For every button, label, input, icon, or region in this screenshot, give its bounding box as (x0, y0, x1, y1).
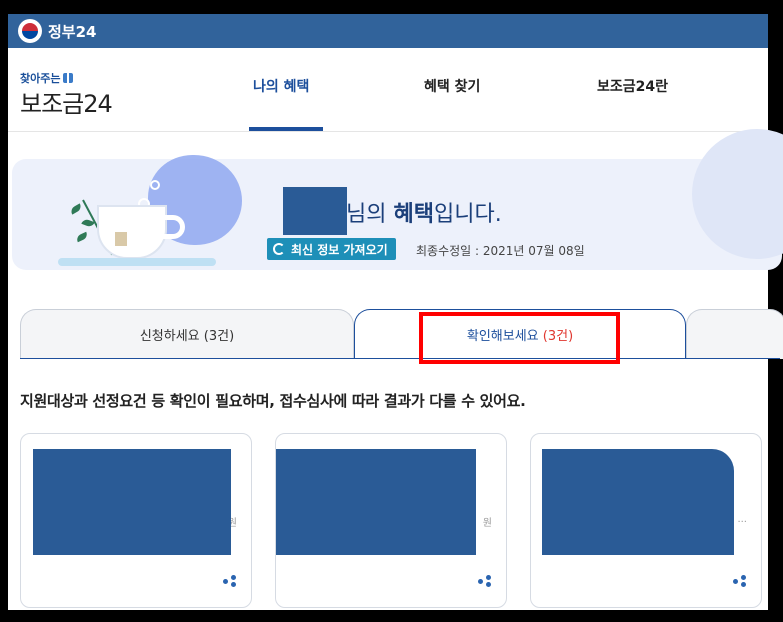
redaction-box (33, 449, 231, 555)
saucer-icon (58, 258, 216, 266)
bubble-icon (150, 180, 160, 190)
highlight-annotation-box (419, 312, 620, 364)
tab-next[interactable] (686, 309, 783, 359)
tab-underline (20, 358, 780, 359)
nav-active-indicator (249, 127, 323, 131)
refresh-icon (273, 243, 285, 255)
share-icon[interactable] (223, 575, 237, 587)
nav-tab-my-benefits[interactable]: 나의 혜택 (253, 76, 309, 96)
tab-apply[interactable]: 신청하세요 (3건) (20, 309, 354, 359)
subsidy24-logo[interactable]: 찾아주는 보조금24 (20, 70, 113, 119)
gov24-title[interactable]: 정부24 (48, 21, 96, 42)
redaction-box (283, 187, 347, 235)
redaction-box (542, 449, 734, 555)
teacup-icon (97, 205, 167, 259)
nav-tab-find-benefits[interactable]: 혜택 찾기 (424, 76, 480, 96)
share-icon[interactable] (733, 575, 747, 587)
main-navigation: 찾아주는 보조금24 나의 혜택 혜택 찾기 보조금24란 (8, 48, 768, 132)
notice-description: 지원대상과 선정요건 등 확인이 필요하며, 접수심사에 따라 결과가 다를 수… (20, 392, 526, 410)
taegeuk-logo-icon (18, 19, 42, 43)
redaction-box (276, 449, 476, 555)
last-updated-text: 최종수정일 : 2021년 07월 08일 (416, 244, 585, 258)
teabag-icon (115, 232, 127, 246)
gov24-header-bar[interactable]: 정부24 (8, 14, 768, 48)
nav-tab-about-subsidy24[interactable]: 보조금24란 (597, 76, 668, 96)
gift-icon (63, 73, 74, 83)
brand-name: 보조금24 (20, 90, 113, 118)
refresh-info-button[interactable]: 최신 정보 가져오기 (267, 238, 396, 260)
share-icon[interactable] (478, 575, 492, 587)
